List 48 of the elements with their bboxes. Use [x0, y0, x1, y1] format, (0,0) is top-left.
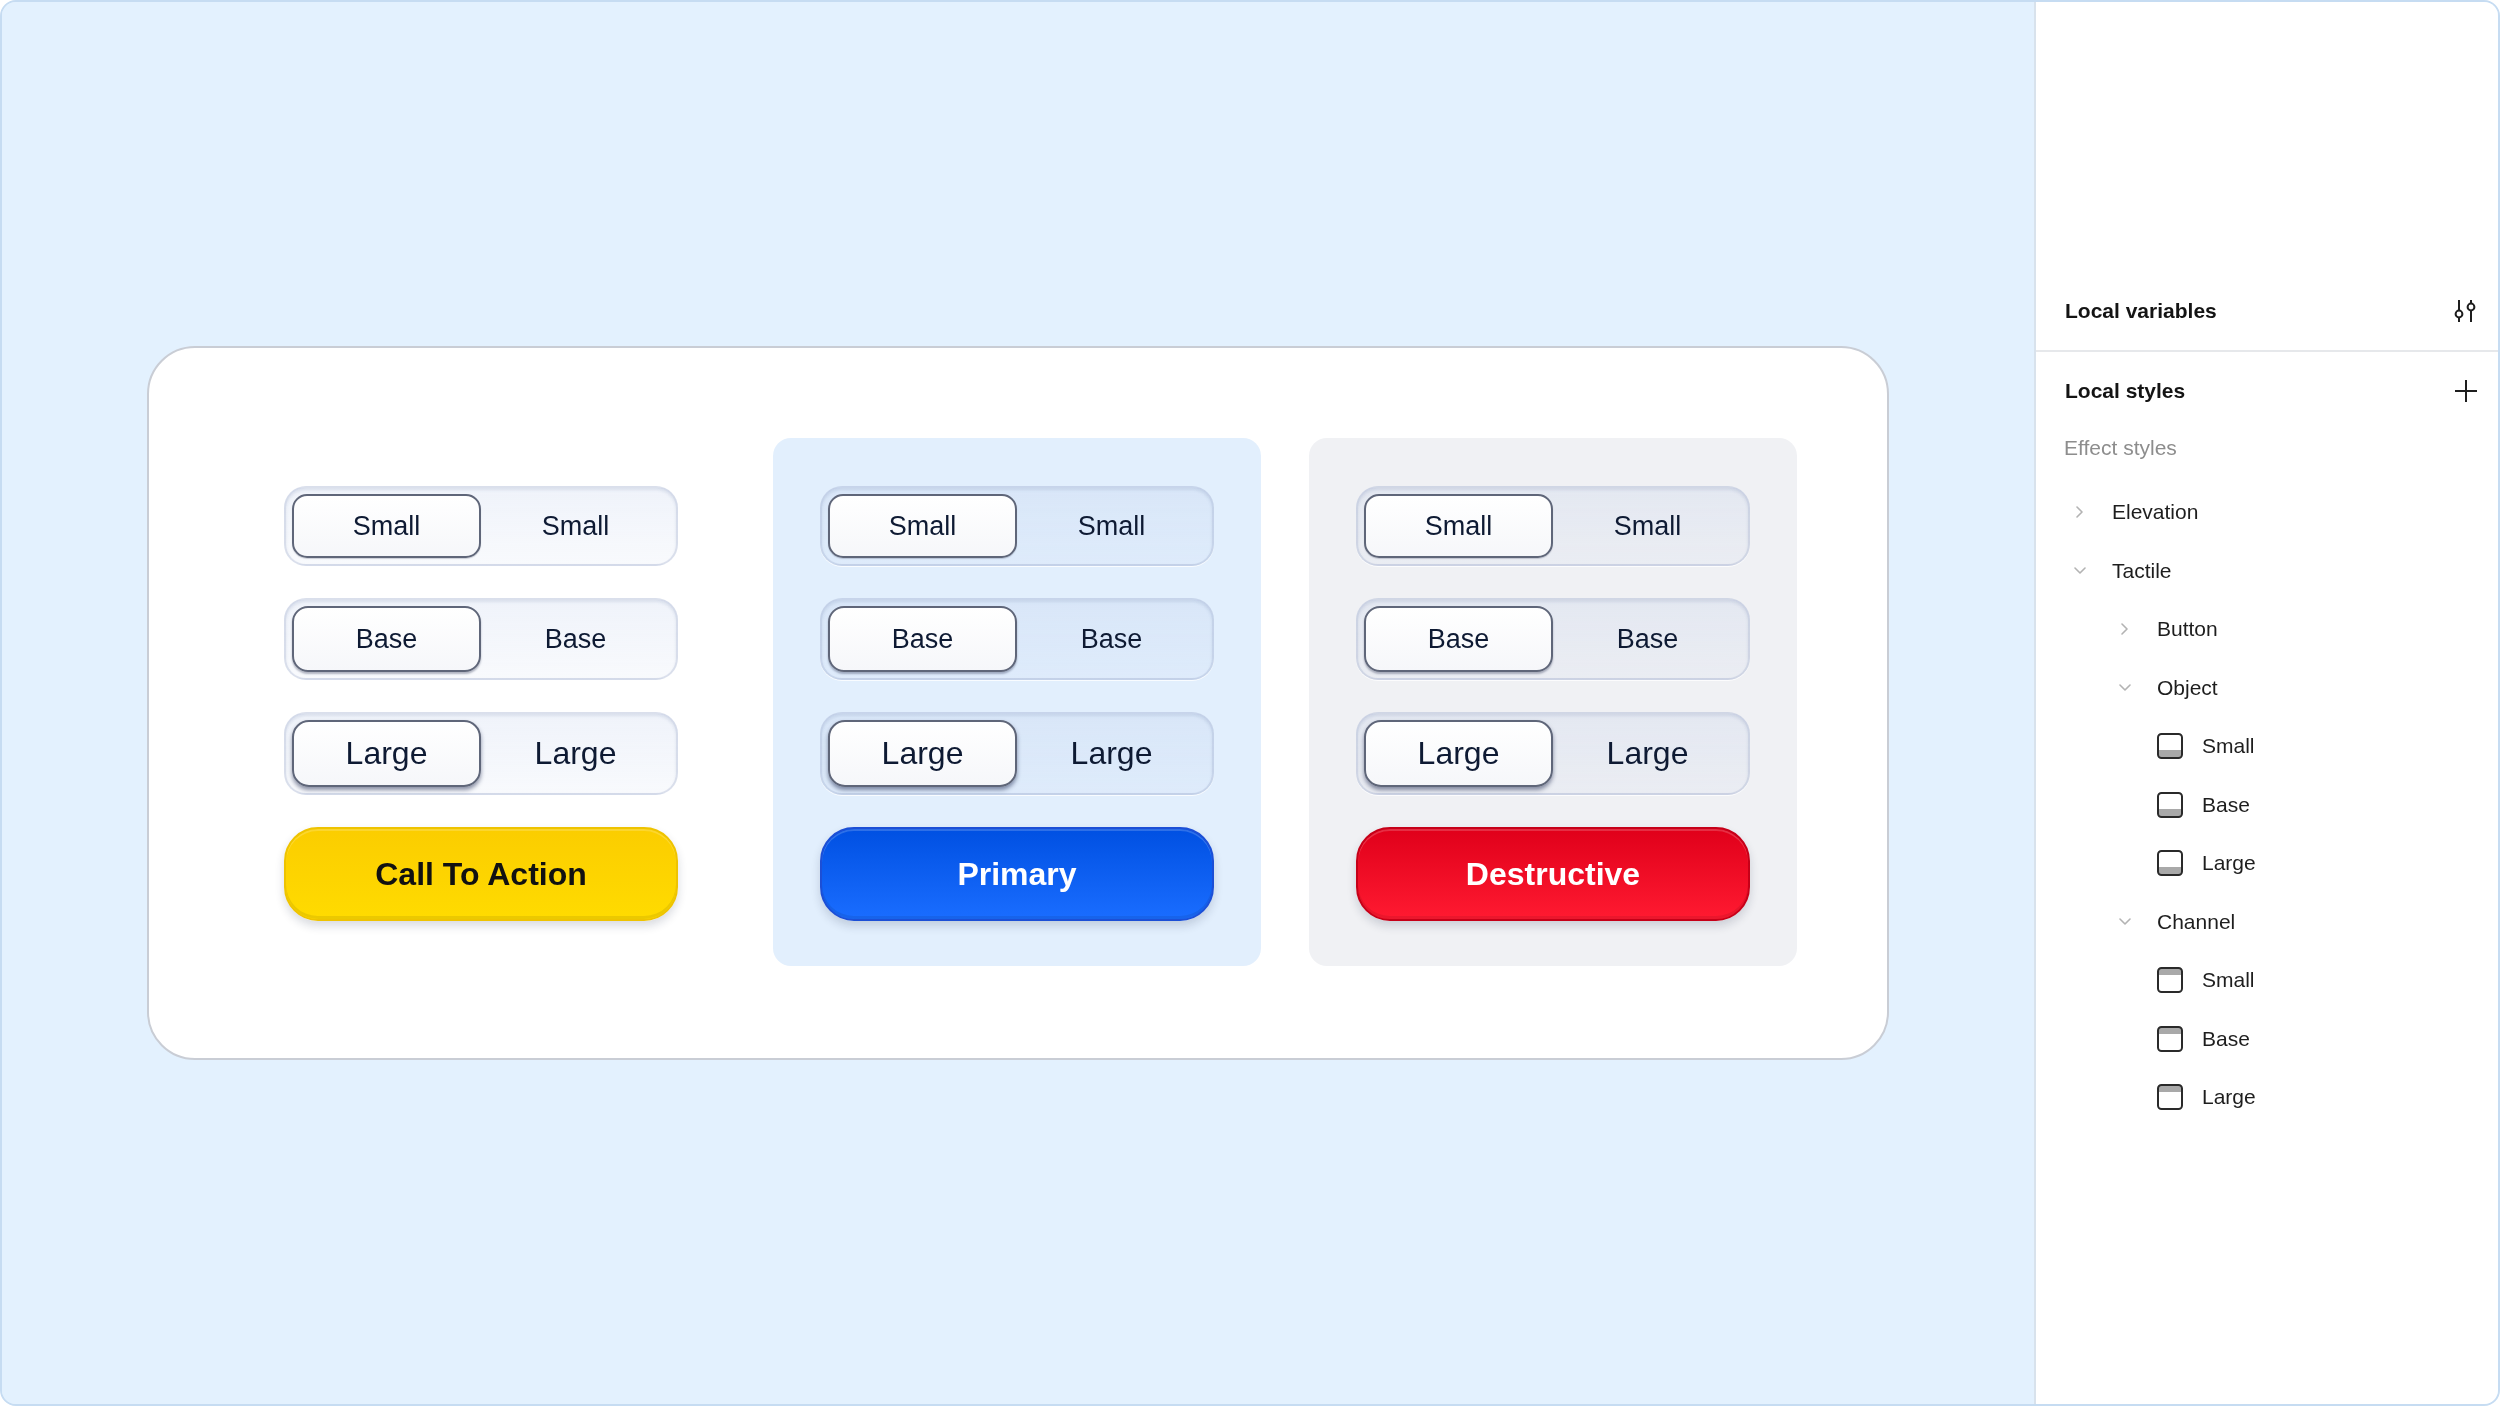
category-label: Effect styles [2064, 436, 2177, 460]
chevron-down-icon[interactable] [2119, 684, 2131, 692]
segment-button[interactable]: Base [1017, 606, 1206, 672]
chevron-down-icon[interactable] [2119, 918, 2131, 926]
drop-shadow-icon [2157, 791, 2183, 818]
inner-shadow-icon [2157, 967, 2183, 994]
segment-button[interactable]: Base [1364, 606, 1553, 672]
tree-item[interactable]: Small [2155, 951, 2255, 1010]
tree-item[interactable]: Large [2155, 834, 2256, 893]
tree-item[interactable]: Channel [2110, 892, 2236, 951]
tree-item[interactable]: Elevation [2065, 483, 2199, 542]
segment-button[interactable]: Small [1553, 494, 1742, 558]
segment-button[interactable]: Base [828, 606, 1017, 672]
segment-button[interactable]: Base [1553, 606, 1742, 672]
chevron-right-icon[interactable] [2121, 623, 2128, 636]
drop-shadow-icon [2157, 733, 2183, 760]
inner-shadow-icon [2157, 1025, 2183, 1052]
tree-item[interactable]: Tactile [2065, 541, 2172, 600]
segment-button[interactable]: Large [1017, 720, 1206, 787]
tree-item[interactable]: Base [2155, 775, 2250, 834]
segment-button[interactable]: Large [1364, 720, 1553, 787]
chevron-right-icon[interactable] [2076, 506, 2083, 519]
segment-button[interactable]: Small [481, 494, 670, 558]
segment-button[interactable]: Large [1553, 720, 1742, 787]
action-button[interactable]: Call To Action [284, 827, 678, 921]
segment-button[interactable]: Small [292, 494, 481, 558]
section-title: Local styles [2065, 379, 2186, 403]
segment-button[interactable]: Large [828, 720, 1017, 787]
section-title: Local variables [2065, 299, 2217, 323]
chevron-down-icon[interactable] [2074, 567, 2086, 575]
tree-item[interactable]: Small [2155, 717, 2255, 776]
tree-item[interactable]: Large [2155, 1068, 2256, 1127]
plus-icon[interactable] [2455, 380, 2477, 402]
action-button[interactable]: Primary [820, 827, 1214, 921]
segment-button[interactable]: Small [1017, 494, 1206, 558]
segment-button[interactable]: Base [481, 606, 670, 672]
action-button[interactable]: Destructive [1356, 827, 1750, 921]
segment-button[interactable]: Large [292, 720, 481, 787]
drop-shadow-icon [2157, 850, 2183, 877]
sliders-icon[interactable] [2453, 299, 2477, 323]
segment-button[interactable]: Base [292, 606, 481, 672]
tree-item[interactable]: Base [2155, 1009, 2250, 1068]
tree-item[interactable]: Button [2110, 600, 2218, 659]
segment-button[interactable]: Small [1364, 494, 1553, 558]
segment-button[interactable]: Small [828, 494, 1017, 558]
tree-item[interactable]: Object [2110, 658, 2218, 717]
inner-shadow-icon [2157, 1084, 2183, 1111]
segment-button[interactable]: Large [481, 720, 670, 787]
